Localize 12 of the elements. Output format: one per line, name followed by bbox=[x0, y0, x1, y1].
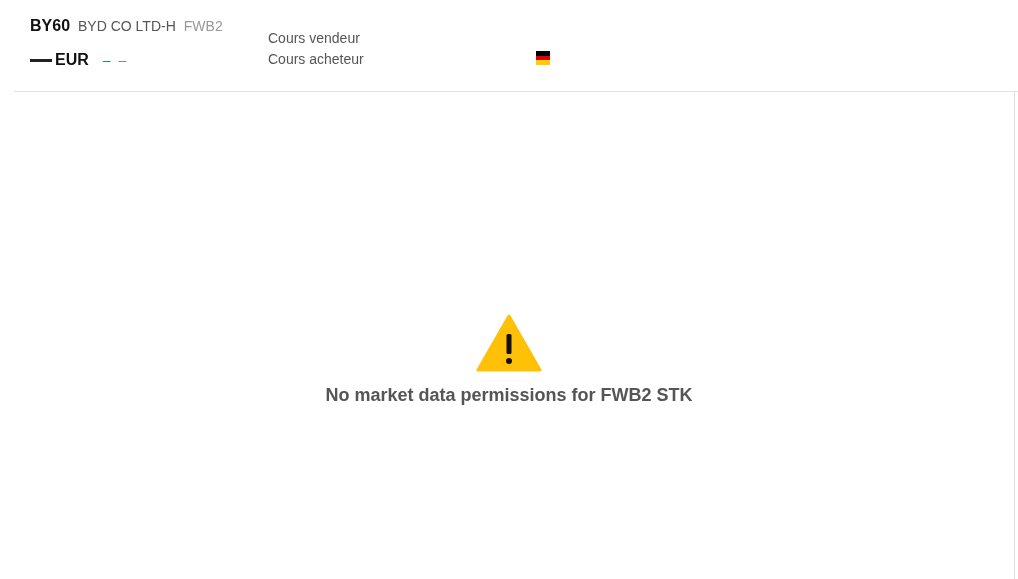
quote-label: Cours acheteur bbox=[268, 50, 365, 69]
currency-label: EUR bbox=[55, 50, 89, 70]
flag-icon bbox=[536, 51, 550, 65]
line-icon bbox=[30, 58, 52, 62]
quote-label: Cours vendeur bbox=[268, 29, 361, 48]
change-value: – bbox=[102, 50, 111, 70]
warning-icon bbox=[476, 314, 542, 372]
company-name: BYD CO LTD-H bbox=[78, 17, 176, 36]
exchange-name: FWB2 bbox=[183, 17, 223, 36]
change-percent: – bbox=[118, 50, 127, 70]
error-message: No market data permissions for FWB2 STK bbox=[325, 384, 693, 407]
ticker-symbol: BY60 bbox=[30, 16, 71, 36]
